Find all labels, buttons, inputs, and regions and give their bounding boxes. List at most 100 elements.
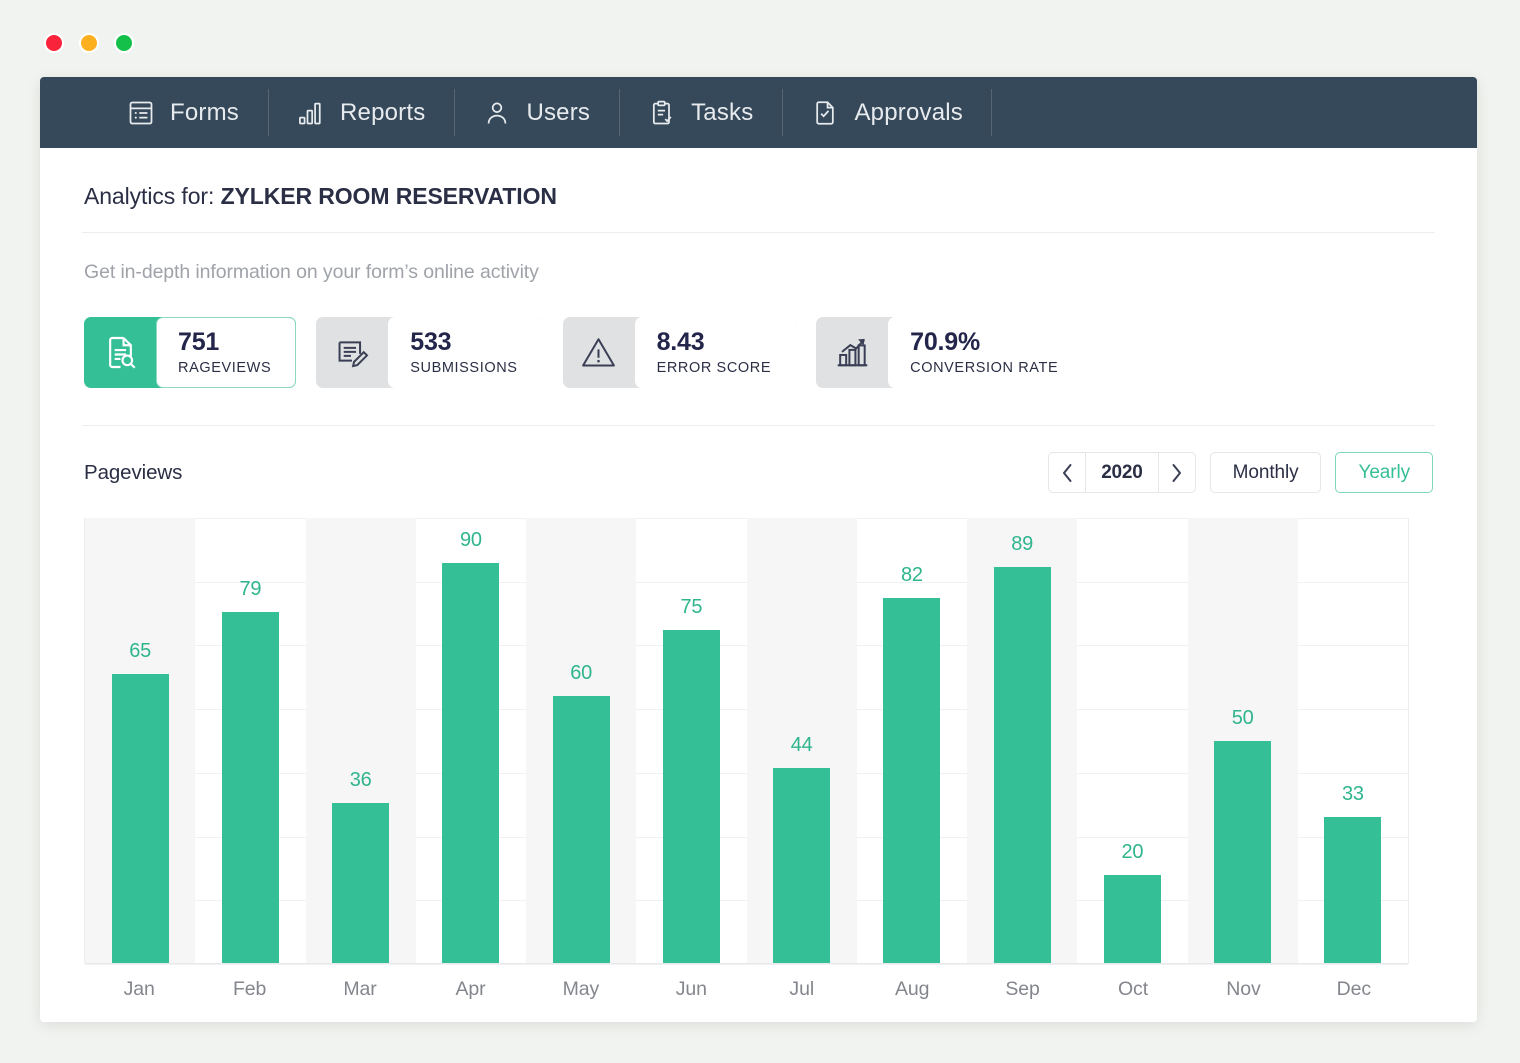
x-label-jul: Jul xyxy=(747,978,857,1001)
bar-column: 82 xyxy=(857,518,967,964)
bar-chart-up-icon xyxy=(816,317,888,388)
bar-jan[interactable]: 65 xyxy=(112,674,169,964)
app-window: Forms Reports Users xyxy=(40,77,1477,1022)
x-label-dec: Dec xyxy=(1299,978,1409,1001)
nav-item-users[interactable]: Users xyxy=(454,77,619,148)
stat-card-error-score[interactable]: 8.43 ERROR SCORE xyxy=(563,317,797,388)
stat-card-row: 751 RAGEVIEWS 533 S xyxy=(82,284,1435,388)
stat-value-error-score: 8.43 xyxy=(657,329,772,357)
bar-column: 90 xyxy=(416,518,526,964)
bar-dec[interactable]: 33 xyxy=(1324,817,1381,964)
range-button-monthly[interactable]: Monthly xyxy=(1210,452,1322,493)
nav-item-forms[interactable]: Forms xyxy=(98,77,268,148)
bar-column: 44 xyxy=(747,518,857,964)
bar-value-label: 36 xyxy=(350,769,372,792)
bar-column: 79 xyxy=(195,518,305,964)
nav-label-users: Users xyxy=(526,99,590,127)
stat-text-error-score: 8.43 ERROR SCORE xyxy=(635,317,797,388)
tasks-icon xyxy=(648,99,676,127)
stat-value-pageviews: 751 xyxy=(178,329,271,357)
bar-value-label: 89 xyxy=(1011,533,1033,556)
minimize-button[interactable] xyxy=(79,33,99,53)
bar-column: 65 xyxy=(85,518,195,964)
nav-item-reports[interactable]: Reports xyxy=(268,77,454,148)
chevron-right-icon[interactable] xyxy=(1159,453,1195,492)
nav-label-tasks: Tasks xyxy=(691,99,753,127)
stat-value-conversion-rate: 70.9% xyxy=(910,329,1058,357)
stat-label-conversion-rate: CONVERSION RATE xyxy=(910,360,1058,376)
stat-text-submissions: 533 SUBMISSIONS xyxy=(388,317,542,388)
users-icon xyxy=(483,99,511,127)
x-label-oct: Oct xyxy=(1078,978,1188,1001)
chart-x-axis-line xyxy=(85,963,1408,964)
stat-value-submissions: 533 xyxy=(410,329,517,357)
stat-card-pageviews[interactable]: 751 RAGEVIEWS xyxy=(84,317,296,388)
window-traffic-lights xyxy=(44,33,134,53)
reports-icon xyxy=(297,99,325,127)
page-title: Analytics for: ZYLKER ROOM RESERVATION xyxy=(82,148,1435,232)
bar-value-label: 44 xyxy=(791,734,813,757)
stat-text-pageviews: 751 RAGEVIEWS xyxy=(156,317,296,388)
bar-value-label: 20 xyxy=(1121,841,1143,864)
analytics-page: Analytics for: ZYLKER ROOM RESERVATION G… xyxy=(40,148,1477,1022)
bar-value-label: 60 xyxy=(570,662,592,685)
nav-item-approvals[interactable]: Approvals xyxy=(782,77,992,148)
year-value[interactable]: 2020 xyxy=(1085,453,1158,492)
x-label-mar: Mar xyxy=(305,978,415,1001)
page-title-prefix: Analytics for: xyxy=(84,183,214,209)
bar-column: 36 xyxy=(306,518,416,964)
nav-label-approvals: Approvals xyxy=(854,99,963,127)
x-label-apr: Apr xyxy=(415,978,525,1001)
bar-apr[interactable]: 90 xyxy=(442,563,499,964)
stat-card-submissions[interactable]: 533 SUBMISSIONS xyxy=(316,317,542,388)
chart-header: Pageviews 2020 Monthly xyxy=(82,426,1435,493)
bar-jul[interactable]: 44 xyxy=(773,768,830,964)
chevron-left-icon[interactable] xyxy=(1049,453,1085,492)
forms-icon xyxy=(127,99,155,127)
chart-x-axis-labels: JanFebMarAprMayJunJulAugSepOctNovDec xyxy=(84,978,1409,1001)
x-label-nov: Nov xyxy=(1188,978,1298,1001)
gridline xyxy=(85,964,1408,965)
chart-plot-area: 657936906075448289205033 xyxy=(84,518,1409,964)
warning-triangle-icon xyxy=(563,317,635,388)
bar-mar[interactable]: 36 xyxy=(332,803,389,964)
bar-value-label: 75 xyxy=(680,596,702,619)
bar-jun[interactable]: 75 xyxy=(663,630,720,965)
document-edit-icon xyxy=(316,317,388,388)
bar-column: 33 xyxy=(1298,518,1408,964)
stat-text-conversion-rate: 70.9% CONVERSION RATE xyxy=(888,317,1083,388)
bar-aug[interactable]: 82 xyxy=(883,598,940,964)
bar-sep[interactable]: 89 xyxy=(994,567,1051,964)
chart-title: Pageviews xyxy=(84,461,182,485)
x-label-feb: Feb xyxy=(194,978,304,1001)
bar-column: 60 xyxy=(526,518,636,964)
bar-column: 50 xyxy=(1188,518,1298,964)
x-label-may: May xyxy=(526,978,636,1001)
nav-item-tasks[interactable]: Tasks xyxy=(619,77,782,148)
chart-controls: 2020 Monthly Yearly xyxy=(1048,452,1433,493)
nav-label-forms: Forms xyxy=(170,99,239,127)
stat-card-conversion-rate[interactable]: 70.9% CONVERSION RATE xyxy=(816,317,1083,388)
document-search-icon xyxy=(84,317,156,388)
bar-nov[interactable]: 50 xyxy=(1214,741,1271,964)
pageviews-bar-chart: 657936906075448289205033 JanFebMarAprMay… xyxy=(84,518,1409,964)
maximize-button[interactable] xyxy=(114,33,134,53)
bar-may[interactable]: 60 xyxy=(553,696,610,964)
main-navigation: Forms Reports Users xyxy=(40,77,1477,148)
year-picker: 2020 xyxy=(1048,452,1195,493)
x-label-jun: Jun xyxy=(636,978,746,1001)
bar-value-label: 79 xyxy=(239,578,261,601)
chart-bars: 657936906075448289205033 xyxy=(85,518,1408,964)
range-button-yearly[interactable]: Yearly xyxy=(1335,452,1433,493)
page-title-form-name: ZYLKER ROOM RESERVATION xyxy=(221,183,557,209)
bar-value-label: 65 xyxy=(129,640,151,663)
close-button[interactable] xyxy=(44,33,64,53)
x-label-sep: Sep xyxy=(967,978,1077,1001)
bar-column: 75 xyxy=(636,518,746,964)
bar-oct[interactable]: 20 xyxy=(1104,875,1161,964)
bar-value-label: 33 xyxy=(1342,783,1364,806)
nav-label-reports: Reports xyxy=(340,99,425,127)
stat-label-error-score: ERROR SCORE xyxy=(657,360,772,376)
bar-value-label: 90 xyxy=(460,529,482,552)
bar-feb[interactable]: 79 xyxy=(222,612,279,964)
